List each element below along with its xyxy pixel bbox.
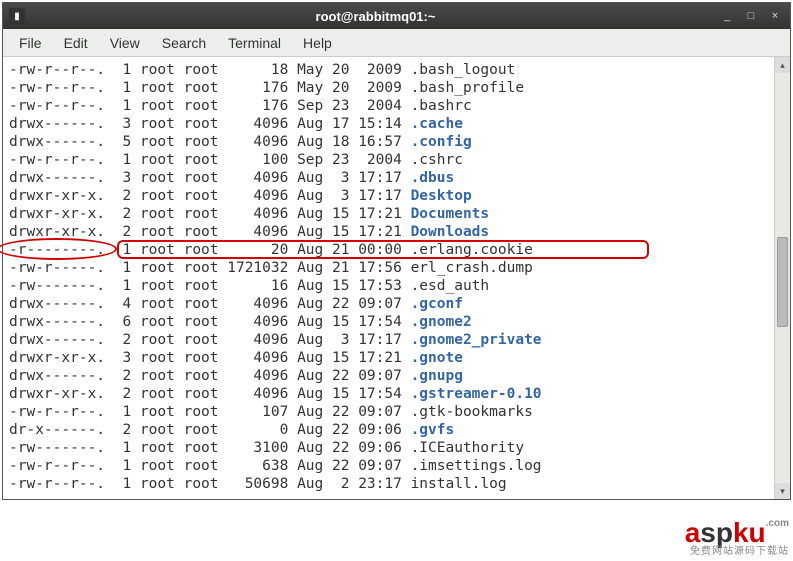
menubar: File Edit View Search Terminal Help [3, 29, 790, 57]
file-name: Documents [411, 206, 490, 222]
file-row[interactable]: drwx------. 6 root root 4096 Aug 15 17:5… [9, 313, 768, 331]
file-row[interactable]: drwx------. 2 root root 4096 Aug 22 09:0… [9, 367, 768, 385]
titlebar[interactable]: ▮ root@rabbitmq01:~ _ □ × [3, 3, 790, 29]
file-name: .gtk-bookmarks [411, 404, 533, 420]
app-icon: ▮ [9, 8, 25, 24]
file-row[interactable]: -rw-r--r--. 1 root root 176 Sep 23 2004 … [9, 97, 768, 115]
file-row[interactable]: -rw-r--r--. 1 root root 50698 Aug 2 23:1… [9, 475, 768, 493]
file-name: .bash_profile [411, 80, 525, 96]
file-name: .gnome2 [411, 314, 472, 330]
file-name: .bashrc [411, 98, 472, 114]
file-row[interactable]: -r--------. 1 root root 20 Aug 21 00:00 … [9, 241, 768, 259]
file-name: .gnome2_private [411, 332, 542, 348]
file-row[interactable]: -rw-r-----. 1 root root 1721032 Aug 21 1… [9, 259, 768, 277]
file-row[interactable]: drwx------. 3 root root 4096 Aug 17 15:1… [9, 115, 768, 133]
watermark-subtitle: 免费网站源码下载站 [685, 547, 789, 557]
watermark-logo: aspku.com [685, 519, 789, 547]
file-name: .erlang.cookie [411, 242, 533, 258]
file-row[interactable]: -rw-------. 1 root root 16 Aug 15 17:53 … [9, 277, 768, 295]
file-name: install.log [411, 476, 507, 492]
file-row[interactable]: -rw-r--r--. 1 root root 176 May 20 2009 … [9, 79, 768, 97]
file-name: .config [411, 134, 472, 150]
terminal-window: ▮ root@rabbitmq01:~ _ □ × File Edit View… [2, 2, 791, 500]
file-row[interactable]: drwxr-xr-x. 2 root root 4096 Aug 15 17:2… [9, 205, 768, 223]
menu-edit[interactable]: Edit [54, 31, 98, 55]
file-row[interactable]: drwx------. 2 root root 4096 Aug 3 17:17… [9, 331, 768, 349]
scroll-down-button[interactable]: ▾ [775, 483, 790, 499]
menu-help[interactable]: Help [293, 31, 342, 55]
window-controls: _ □ × [718, 9, 784, 23]
file-name: .gstreamer-0.10 [411, 386, 542, 402]
terminal-output[interactable]: -rw-r--r--. 1 root root 18 May 20 2009 .… [3, 57, 774, 499]
file-name: Desktop [411, 188, 472, 204]
file-row[interactable]: drwxr-xr-x. 2 root root 4096 Aug 15 17:2… [9, 223, 768, 241]
watermark: aspku.com 免费网站源码下载站 [685, 519, 789, 557]
menu-file[interactable]: File [9, 31, 52, 55]
window-title: root@rabbitmq01:~ [33, 9, 718, 24]
scrollbar[interactable]: ▴ ▾ [774, 57, 790, 499]
file-name: .gvfs [411, 422, 455, 438]
file-name: .ICEauthority [411, 440, 525, 456]
file-row[interactable]: drwxr-xr-x. 2 root root 4096 Aug 15 17:5… [9, 385, 768, 403]
file-name: .esd_auth [411, 278, 490, 294]
file-name: .dbus [411, 170, 455, 186]
menu-search[interactable]: Search [152, 31, 216, 55]
file-row[interactable]: -rw-r--r--. 1 root root 638 Aug 22 09:07… [9, 457, 768, 475]
scroll-up-button[interactable]: ▴ [775, 57, 790, 73]
menu-view[interactable]: View [100, 31, 150, 55]
file-row[interactable]: -rw-r--r--. 1 root root 18 May 20 2009 .… [9, 61, 768, 79]
menu-terminal[interactable]: Terminal [218, 31, 291, 55]
file-row[interactable]: drwxr-xr-x. 3 root root 4096 Aug 15 17:2… [9, 349, 768, 367]
file-name: .gnote [411, 350, 463, 366]
maximize-button[interactable]: □ [742, 9, 760, 23]
file-name: .bash_logout [411, 62, 516, 78]
file-row[interactable]: -rw-------. 1 root root 3100 Aug 22 09:0… [9, 439, 768, 457]
file-row[interactable]: drwx------. 3 root root 4096 Aug 3 17:17… [9, 169, 768, 187]
file-name: erl_crash.dump [411, 260, 533, 276]
file-row[interactable]: -rw-r--r--. 1 root root 107 Aug 22 09:07… [9, 403, 768, 421]
file-row[interactable]: dr-x------. 2 root root 0 Aug 22 09:06 .… [9, 421, 768, 439]
file-row[interactable]: -rw-r--r--. 1 root root 100 Sep 23 2004 … [9, 151, 768, 169]
minimize-button[interactable]: _ [718, 9, 736, 23]
file-name: .imsettings.log [411, 458, 542, 474]
terminal-body: -rw-r--r--. 1 root root 18 May 20 2009 .… [3, 57, 790, 499]
file-row[interactable]: drwx------. 4 root root 4096 Aug 22 09:0… [9, 295, 768, 313]
scroll-thumb[interactable] [777, 237, 788, 327]
file-name: .cache [411, 116, 463, 132]
file-name: Downloads [411, 224, 490, 240]
file-name: .gnupg [411, 368, 463, 384]
file-row[interactable]: drwx------. 5 root root 4096 Aug 18 16:5… [9, 133, 768, 151]
file-name: .cshrc [411, 152, 463, 168]
close-button[interactable]: × [766, 9, 784, 23]
file-name: .gconf [411, 296, 463, 312]
file-row[interactable]: drwxr-xr-x. 2 root root 4096 Aug 3 17:17… [9, 187, 768, 205]
